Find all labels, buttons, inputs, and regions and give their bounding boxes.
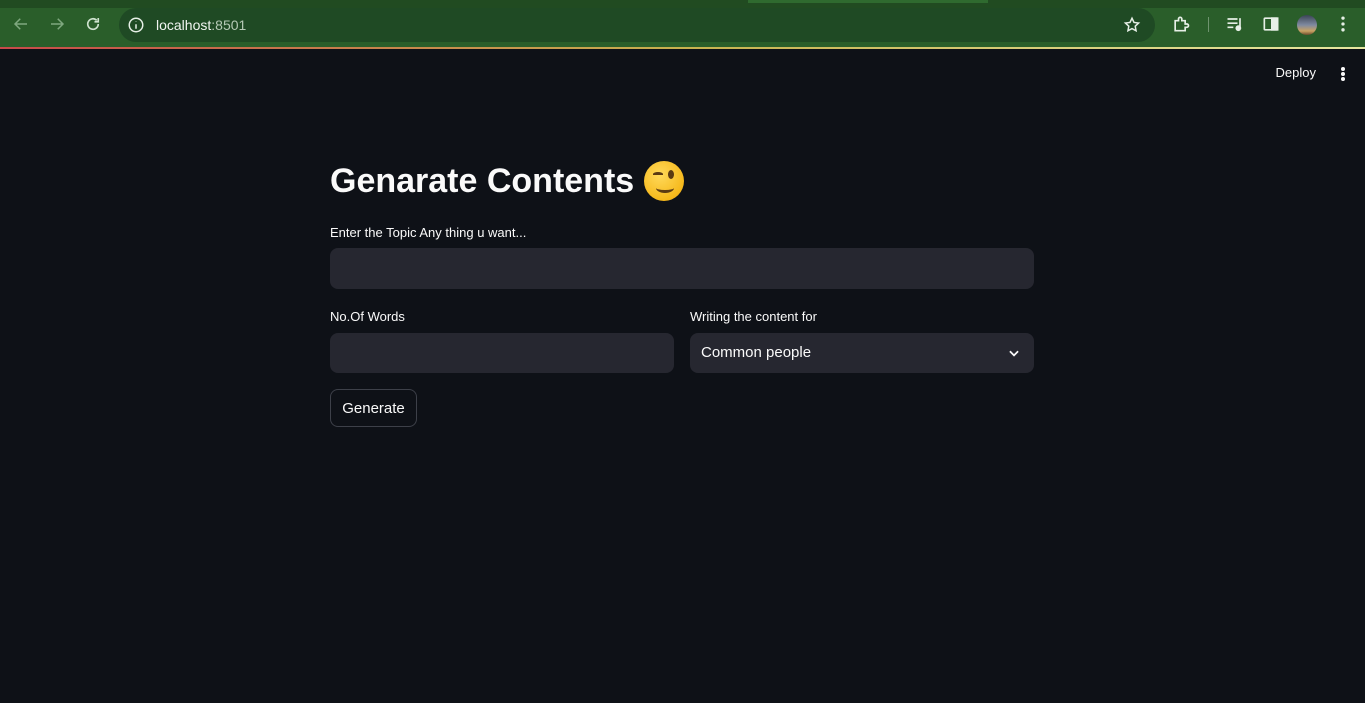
url-text[interactable]: localhost:8501 [156,16,246,34]
side-panel-icon[interactable] [1261,14,1281,34]
topic-input[interactable] [330,248,1034,289]
audience-select[interactable]: Common people [690,333,1034,373]
audience-label: Writing the content for [690,309,817,324]
deploy-button[interactable]: Deploy [1276,65,1316,80]
winking-face-icon [644,161,685,201]
page-title-text: Genarate Contents [330,161,635,200]
words-input[interactable] [330,333,674,373]
page-title: Genarate Contents [330,161,685,201]
url-port: :8501 [211,17,247,33]
active-tab-hint [748,0,988,3]
site-info-icon[interactable] [127,16,145,34]
audience-select-value: Common people [701,344,812,361]
app-menu-icon[interactable] [1336,65,1350,83]
reload-icon[interactable] [79,10,107,38]
app-main: Deploy Genarate Contents Enter the Topic… [0,49,1365,703]
media-control-icon[interactable] [1225,14,1245,34]
back-icon[interactable] [7,10,35,38]
profile-avatar[interactable] [1297,15,1317,35]
tab-strip [0,0,1365,8]
bookmark-star-icon[interactable] [1123,16,1141,34]
chevron-down-icon [1007,346,1021,360]
browser-menu-icon[interactable] [1333,14,1353,34]
generate-button[interactable]: Generate [330,389,417,427]
browser-toolbar: localhost:8501 [0,0,1365,49]
topic-label: Enter the Topic Any thing u want... [330,225,527,240]
extensions-icon[interactable] [1171,14,1191,34]
address-bar[interactable]: localhost:8501 [119,8,1155,42]
toolbar-divider [1208,17,1209,32]
url-host: localhost [156,17,212,33]
forward-icon[interactable] [43,10,71,38]
words-label: No.Of Words [330,309,405,324]
